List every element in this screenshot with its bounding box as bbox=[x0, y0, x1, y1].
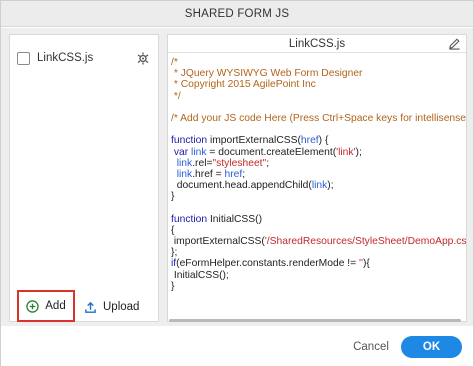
code-token: .rel= bbox=[192, 157, 213, 169]
code-token: ) { bbox=[318, 135, 329, 147]
add-button-label: Add bbox=[45, 300, 66, 312]
code-token: (eFormHelper.constants.renderMode != bbox=[176, 258, 360, 270]
dialog-title: SHARED FORM JS bbox=[184, 7, 290, 20]
settings-bug-icon[interactable] bbox=[135, 50, 151, 66]
dialog-body: LinkCSS.js Add Upload LinkCSS.js /* * JQ… bbox=[1, 28, 473, 326]
code-token: "stylesheet" bbox=[212, 157, 267, 169]
code-token: href bbox=[300, 135, 319, 147]
editor-file-title: LinkCSS.js bbox=[288, 37, 346, 50]
file-list-item[interactable]: LinkCSS.js bbox=[17, 49, 153, 67]
code-token: 'link' bbox=[336, 146, 356, 158]
code-token: link bbox=[311, 180, 328, 192]
code-token: link bbox=[191, 146, 207, 158]
code-line: link.href = href; bbox=[171, 169, 466, 180]
code-line: }; bbox=[171, 247, 466, 258]
pencil-icon[interactable] bbox=[448, 37, 461, 50]
code-token: importExternalCSS( bbox=[209, 135, 301, 147]
code-token: InitialCSS() bbox=[209, 213, 263, 225]
code-token: */ bbox=[171, 90, 181, 102]
add-button[interactable]: Add bbox=[17, 290, 75, 322]
code-token: ; bbox=[266, 157, 270, 169]
code-line: /* Add your JS code Here (Press Ctrl+Spa… bbox=[171, 113, 466, 124]
ok-button[interactable]: OK bbox=[401, 336, 462, 358]
code-token: }; bbox=[171, 247, 178, 259]
upload-button-label: Upload bbox=[103, 301, 140, 313]
file-checkbox[interactable] bbox=[17, 51, 30, 65]
code-token: ); bbox=[355, 146, 362, 158]
code-token: * Copyright 2015 AgilePoint Inc bbox=[171, 79, 316, 91]
plus-circle-icon bbox=[26, 299, 39, 313]
code-token: '/SharedResources/StyleSheet/DemoApp.css… bbox=[264, 236, 466, 247]
file-list-panel: LinkCSS.js Add Upload bbox=[9, 34, 159, 322]
code-token: link bbox=[176, 157, 193, 169]
code-line: * Copyright 2015 AgilePoint Inc bbox=[171, 79, 466, 90]
code-token: * JQuery WYSIWYG Web Form Designer bbox=[171, 68, 363, 80]
code-line: function InitialCSS() bbox=[171, 214, 466, 225]
code-token: ){ bbox=[362, 258, 370, 270]
code-editor[interactable]: /* * JQuery WYSIWYG Web Form Designer * … bbox=[171, 57, 466, 315]
editor-header: LinkCSS.js bbox=[168, 35, 466, 53]
code-token: InitialCSS(); bbox=[171, 269, 229, 281]
code-token: /* Add your JS code Here (Press Ctrl+Spa… bbox=[171, 112, 466, 124]
code-token: function bbox=[171, 213, 210, 225]
code-token: function bbox=[171, 135, 210, 147]
code-line: { bbox=[171, 225, 466, 236]
code-token: link bbox=[176, 168, 193, 180]
code-token: { bbox=[171, 224, 175, 236]
code-line: importExternalCSS('/SharedResources/Styl… bbox=[171, 236, 466, 247]
code-line: * JQuery WYSIWYG Web Form Designer bbox=[171, 68, 466, 79]
code-line: function importExternalCSS(href) { bbox=[171, 135, 466, 146]
code-line: } bbox=[171, 281, 466, 292]
code-line: } bbox=[171, 191, 466, 202]
code-token: ); bbox=[327, 180, 334, 192]
code-token: .href = bbox=[192, 168, 225, 180]
dialog-footer: Cancel OK bbox=[1, 326, 473, 366]
code-line: document.head.appendChild(link); bbox=[171, 180, 466, 191]
code-token: /* bbox=[171, 57, 178, 68]
file-name[interactable]: LinkCSS.js bbox=[37, 52, 93, 64]
code-token: = document.createElement( bbox=[206, 146, 337, 158]
code-token: href bbox=[224, 168, 243, 180]
cancel-button[interactable]: Cancel bbox=[351, 337, 391, 357]
upload-icon bbox=[85, 301, 96, 313]
code-token: importExternalCSS( bbox=[171, 236, 265, 247]
code-token: } bbox=[171, 191, 175, 203]
code-token: } bbox=[171, 280, 175, 292]
code-token: document.head.appendChild( bbox=[171, 180, 312, 192]
code-line: if(eFormHelper.constants.renderMode != '… bbox=[171, 258, 466, 269]
code-line: InitialCSS(); bbox=[171, 270, 466, 281]
horizontal-scrollbar[interactable] bbox=[169, 319, 461, 322]
dialog-titlebar: SHARED FORM JS bbox=[1, 1, 473, 27]
code-line: */ bbox=[171, 91, 466, 102]
code-token: var bbox=[173, 146, 192, 158]
code-line: var link = document.createElement('link'… bbox=[171, 147, 466, 158]
shared-form-js-dialog: SHARED FORM JS LinkCSS.js Add Upload Lin… bbox=[0, 0, 474, 366]
code-token: ; bbox=[242, 168, 246, 180]
code-line: link.rel="stylesheet"; bbox=[171, 158, 466, 169]
code-line: /* bbox=[171, 57, 466, 68]
code-editor-panel: LinkCSS.js /* * JQuery WYSIWYG Web Form … bbox=[167, 34, 467, 322]
upload-button[interactable]: Upload bbox=[84, 297, 146, 317]
